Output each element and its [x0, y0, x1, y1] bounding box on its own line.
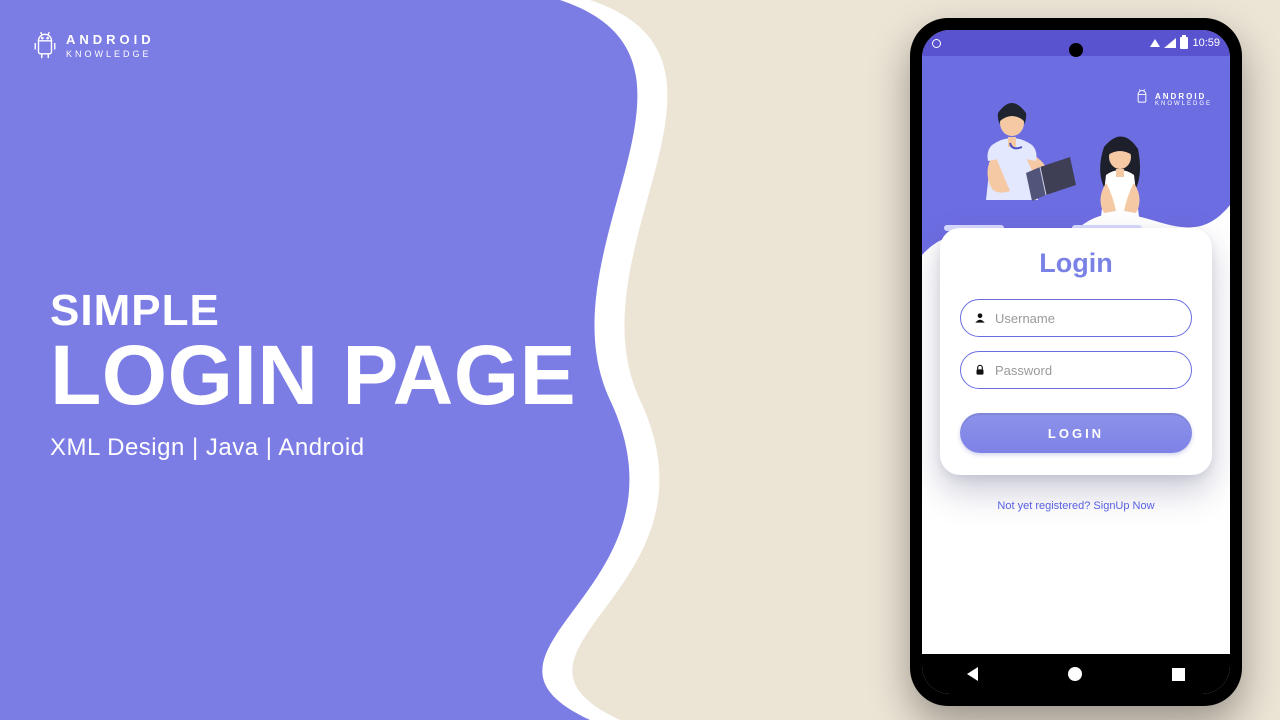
wifi-icon: [1150, 39, 1160, 47]
username-input[interactable]: [995, 311, 1179, 326]
android-nav-bar: [922, 654, 1230, 694]
status-dot-icon: [932, 39, 941, 48]
hero-title: LOGIN PAGE: [50, 336, 576, 416]
screen-brand-name: ANDROID: [1155, 92, 1212, 101]
password-field[interactable]: [960, 351, 1192, 389]
login-button[interactable]: LOGIN: [960, 413, 1192, 453]
login-card: Login LOGIN: [940, 228, 1212, 475]
lock-icon: [973, 363, 987, 377]
thumbnail-stage: ANDROID KNOWLEDGE SIMPLE LOGIN PAGE XML …: [0, 0, 1280, 720]
brand-name: ANDROID: [66, 32, 155, 47]
nav-recent-icon[interactable]: [1172, 668, 1185, 681]
camera-notch: [1069, 43, 1083, 57]
brand-logo: ANDROID KNOWLEDGE: [32, 30, 155, 60]
phone-screen: 10:59: [922, 30, 1230, 694]
battery-icon: [1180, 37, 1188, 49]
signal-icon: [1164, 38, 1176, 48]
android-icon: [32, 30, 58, 60]
phone-mockup: 10:59: [910, 18, 1242, 706]
signup-link[interactable]: Not yet registered? SignUp Now: [922, 500, 1230, 512]
username-field[interactable]: [960, 299, 1192, 337]
hero-subtitle: XML Design | Java | Android: [50, 434, 576, 462]
screen-brand-tagline: KNOWLEDGE: [1155, 101, 1212, 107]
hero-text: SIMPLE LOGIN PAGE XML Design | Java | An…: [50, 286, 576, 462]
nav-back-icon[interactable]: [967, 667, 978, 681]
person-icon: [973, 311, 987, 325]
card-title: Login: [960, 248, 1192, 279]
password-input[interactable]: [995, 363, 1179, 378]
nav-home-icon[interactable]: [1068, 667, 1082, 681]
status-time: 10:59: [1192, 37, 1220, 49]
brand-tagline: KNOWLEDGE: [66, 49, 155, 59]
screen-brand-logo: ANDROID KNOWLEDGE: [1134, 88, 1212, 111]
android-icon: [1134, 88, 1150, 111]
